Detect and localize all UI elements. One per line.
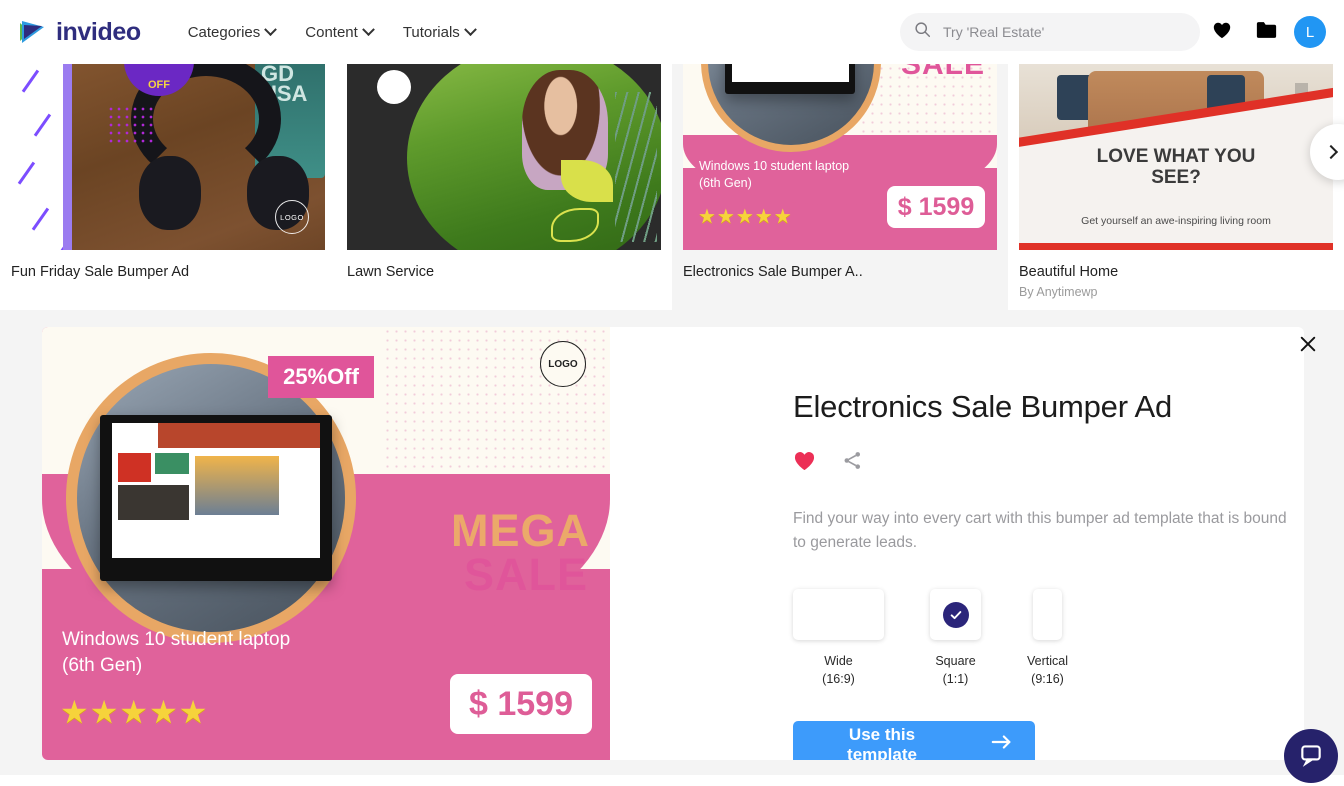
search-icon <box>914 21 931 43</box>
favorite-button[interactable] <box>793 450 816 476</box>
template-carousel: GD USA OFF LOGO Fun Friday Sale Bumper A… <box>0 64 1344 310</box>
invideo-logo-icon <box>18 17 48 47</box>
thumb-sale-text: SALE <box>900 64 985 81</box>
aspect-ratio-selector: Wide (16:9) Square (1:1) Vertical (9:16) <box>793 589 1304 688</box>
avatar-initial: L <box>1305 23 1315 41</box>
brand-name: invideo <box>56 17 141 46</box>
use-this-template-button[interactable]: Use this template <box>793 721 1035 760</box>
ratio-name-wide: Wide <box>824 654 853 669</box>
check-icon <box>942 601 969 628</box>
preview-logo: LOGO <box>540 341 586 387</box>
preview-sale-text: SALE <box>463 549 588 600</box>
ratio-option-wide[interactable]: Wide (16:9) <box>793 589 884 688</box>
ratio-option-square[interactable]: Square (1:1) <box>930 589 981 688</box>
chevron-down-icon <box>463 22 477 36</box>
thumb-headline: LOVE WHAT YOU SEE? <box>1019 146 1333 189</box>
modal-description: Find your way into every cart with this … <box>793 510 1287 552</box>
template-card-beautiful-home[interactable]: LOVE WHAT YOU SEE? Get yourself an awe-i… <box>1008 64 1344 310</box>
template-card-list: GD USA OFF LOGO Fun Friday Sale Bumper A… <box>0 64 1344 310</box>
thumb-product-name: Windows 10 student laptop (6th Gen) <box>699 158 849 192</box>
ratio-label-square: Square (1:1) <box>935 652 975 688</box>
ratio-label-wide: Wide (16:9) <box>822 652 855 688</box>
chat-widget-button[interactable] <box>1284 729 1338 783</box>
template-card-title: Beautiful Home <box>1019 264 1119 280</box>
share-button[interactable] <box>842 450 863 476</box>
share-icon <box>842 450 863 476</box>
close-icon <box>1299 335 1317 358</box>
thumb-headline-line1: LOVE WHAT YOU <box>1096 145 1256 167</box>
preview-discount-badge: 25%Off <box>268 356 374 398</box>
ratio-value-square: (1:1) <box>942 672 969 687</box>
preview-price: $ 1599 <box>450 674 592 734</box>
preview-product-line2: (6th Gen) <box>62 654 143 676</box>
thumb-subhead: Get yourself an awe-inspiring living roo… <box>1081 214 1271 227</box>
ratio-value-wide: (16:9) <box>822 672 855 687</box>
modal-card: 25%Off LOGO MEGA SALE Windows 10 student… <box>42 327 1304 760</box>
cta-label: Use this template <box>847 724 917 760</box>
brand-logo[interactable]: invideo <box>18 17 141 47</box>
favorites-button[interactable] <box>1200 10 1244 54</box>
nav-label-content: Content <box>305 23 358 41</box>
thumb-product-line1: Windows 10 student laptop <box>699 159 850 173</box>
chevron-right-icon <box>1323 144 1339 160</box>
chevron-down-icon <box>361 22 375 36</box>
chevron-down-icon <box>264 22 278 36</box>
nav-label-categories: Categories <box>187 23 261 41</box>
folder-icon <box>1256 21 1277 44</box>
thumb-headline-line2: SEE? <box>1151 167 1201 189</box>
template-card-title: Fun Friday Sale Bumper Ad <box>11 264 190 280</box>
template-card-author: By Anytimewp <box>1019 285 1098 299</box>
search-box[interactable] <box>900 13 1200 51</box>
ratio-swatch-square <box>930 589 981 641</box>
template-card-title: Electronics Sale Bumper A.. <box>683 264 863 280</box>
nav-label-tutorials: Tutorials <box>402 23 460 41</box>
heart-icon <box>793 450 816 476</box>
ratio-option-vertical[interactable]: Vertical (9:16) <box>1027 589 1068 688</box>
template-thumbnail: LOVE WHAT YOU SEE? Get yourself an awe-i… <box>1019 64 1333 250</box>
template-thumbnail: SALE Windows 10 student laptop (6th Gen)… <box>683 64 997 250</box>
search-input[interactable] <box>943 24 1186 40</box>
chat-bubble-icon <box>1298 741 1324 772</box>
heart-icon <box>1212 21 1232 44</box>
template-thumbnail: GD USA OFF LOGO <box>11 64 325 250</box>
nav-item-content[interactable]: Content <box>305 22 375 41</box>
thumb-product-line2: (6th Gen) <box>699 175 752 190</box>
modal-title: Electronics Sale Bumper Ad <box>793 389 1173 424</box>
template-card-lawn-service[interactable]: Lawn Service <box>336 64 672 310</box>
modal-action-row <box>793 450 1304 476</box>
folder-button[interactable] <box>1244 10 1288 54</box>
ratio-value-vertical: (9:16) <box>1031 672 1064 687</box>
header-actions: L <box>900 10 1332 54</box>
modal-close-button[interactable] <box>1293 331 1323 361</box>
nav-item-categories[interactable]: Categories <box>187 22 278 41</box>
main-nav: Categories Content Tutorials <box>187 22 477 41</box>
template-detail-modal: 25%Off LOGO MEGA SALE Windows 10 student… <box>0 310 1344 783</box>
template-card-electronics[interactable]: SALE Windows 10 student laptop (6th Gen)… <box>672 64 1008 310</box>
top-header: invideo Categories Content Tutorials Try… <box>0 0 1344 64</box>
thumb-price: $ 1599 <box>887 186 985 228</box>
template-info-panel: Electronics Sale Bumper Ad Find your way… <box>610 327 1304 760</box>
ratio-swatch-vertical <box>1033 589 1062 641</box>
page-root: invideo Categories Content Tutorials Try… <box>0 0 1344 786</box>
ratio-name-vertical: Vertical <box>1027 654 1068 669</box>
template-card-fun-friday[interactable]: GD USA OFF LOGO Fun Friday Sale Bumper A… <box>0 64 336 310</box>
thumb-logo: LOGO <box>275 200 309 234</box>
ratio-label-vertical: Vertical (9:16) <box>1027 652 1068 688</box>
avatar[interactable]: L <box>1294 16 1326 48</box>
ratio-name-square: Square <box>935 654 976 669</box>
preview-product-name: Windows 10 student laptop (6th Gen) <box>62 627 290 678</box>
ratio-swatch-wide <box>793 589 884 641</box>
thumb-rating-stars: ★★★★★ <box>698 206 793 228</box>
preview-rating-stars: ★★★★★ <box>60 694 209 730</box>
template-thumbnail <box>347 64 661 250</box>
preview-product-line1: Windows 10 student laptop <box>62 629 291 650</box>
template-card-title: Lawn Service <box>347 264 435 280</box>
template-preview[interactable]: 25%Off LOGO MEGA SALE Windows 10 student… <box>42 327 610 760</box>
arrow-right-icon <box>991 734 1013 755</box>
nav-item-tutorials[interactable]: Tutorials <box>402 22 477 41</box>
